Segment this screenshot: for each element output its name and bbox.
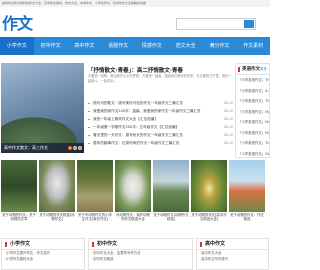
banner-pager: 1 2 3 [68, 146, 82, 150]
side-panel-english: 英语作文更多 「小学英语作文」The Summer 「小学英语作文」A Good… [235, 63, 270, 158]
section-list-item[interactable]: ·高中作文写作技巧 [197, 256, 268, 262]
gallery-image[interactable] [1, 160, 37, 212]
gallery-caption[interactable]: 写动物作文：保护动物的作文精选大全 [115, 213, 151, 222]
section-title[interactable]: 小学作文 [2, 239, 84, 250]
list-item-title[interactable]: ·我爱我的家作文200字：温馨、我爱我的家作文一年级作文三篇汇总 [92, 109, 201, 113]
gallery-caption[interactable]: 关于动物的作文[高中作文精选大全] [191, 213, 227, 222]
gallery-image[interactable] [115, 160, 151, 212]
list-item[interactable]: ·童年的趣事作文：记录时间的作文一年级作文三篇汇总 08-20 [88, 139, 233, 147]
list-item-date: 08-20 [223, 125, 233, 129]
gallery-caption[interactable]: 关于动物的作文：关于动物的文章 [1, 213, 37, 222]
gallery-card[interactable]: 写动物作文：保护动物的作文精选大全 [115, 160, 151, 230]
bottom-sections: 小学作文 ·小学作文提升作文，作文技巧 ·小学作文素材大全 初中作文 ·初中作文… [0, 236, 270, 270]
search-button[interactable] [244, 20, 254, 28]
side-list-item[interactable]: 「小学英语作文」My Be [236, 107, 269, 118]
nav-item-6[interactable]: 满分作文 [203, 37, 237, 55]
list-item[interactable]: ·描写月的散文：描写美好月色的作文一年级作文三篇汇总 08-20 [88, 99, 233, 107]
section-junior: 初中作文 ·初中作文大全，这里有写作方法 ·初中作文精选 [88, 238, 193, 270]
list-item-title[interactable]: ·描写月的散文：描写美好月色的作文一年级作文三篇汇总 [92, 101, 183, 105]
gallery-caption[interactable]: 关于写动物作文的小学生作文[家长作文] [77, 213, 113, 222]
gallery-card[interactable]: 关于动物的作文精选[动物作文] [39, 160, 75, 230]
gallery-image[interactable] [191, 160, 227, 212]
gallery-card[interactable]: 关于写动物作文的小学生作文[家长作文] [77, 160, 113, 230]
list-item-date: 08-20 [223, 109, 233, 113]
gallery-caption[interactable]: 关于动物的作文精选[动物作文] [39, 213, 75, 222]
banner-dot-3[interactable]: 3 [78, 146, 82, 150]
nav-item-1[interactable]: 初中作文 [34, 37, 68, 55]
gallery-card[interactable]: 关于动物作文[动物作文精选] [153, 160, 189, 230]
nav-item-3[interactable]: 话题作文 [101, 37, 135, 55]
list-item[interactable]: ·我的一年级上期末作文大全【汇总选编】 08-20 [88, 115, 233, 123]
section-title[interactable]: 高中作文 [197, 239, 268, 250]
search-input[interactable] [176, 18, 256, 30]
photo-gallery: 关于动物的作文：关于动物的文章 关于动物的作文精选[动物作文] 关于写动物作文的… [0, 160, 270, 230]
side-list-item[interactable]: 「小学英语作文」Mother [236, 117, 269, 128]
main-nav: 小学作文 初中作文 高中作文 话题作文 情感作文 范文大全 满分作文 作文素材 [0, 37, 270, 55]
gallery-card[interactable]: 关于动物的作文：作文精选 [229, 160, 265, 230]
gallery-caption[interactable]: 关于动物作文[动物作文精选] [153, 213, 189, 222]
side-list-item[interactable]: 「小学英语作文」The App [236, 138, 269, 149]
list-item-date: 08-20 [223, 133, 233, 137]
side-list-item[interactable]: 「小学英语作文」My Da [236, 128, 269, 139]
gallery-card[interactable]: 关于动物的作文[高中作文精选大全] [191, 160, 227, 230]
side-list-item[interactable]: 「小学英语作文」A Good [236, 86, 269, 97]
list-item-title[interactable]: ·春天里的一天作文：描写秋天的作文一年级作文三篇汇总 [92, 133, 183, 137]
gallery-caption[interactable]: 关于动物的作文：作文精选 [229, 213, 265, 222]
list-item-date: 08-20 [223, 141, 233, 145]
side-list-item[interactable]: 「小学英语作文」The Summer [236, 75, 269, 86]
nav-item-4[interactable]: 情感作文 [135, 37, 169, 55]
banner-slideshow[interactable]: 高中作文散文：高三作文 1 2 3 [1, 63, 84, 153]
side-panel-title: 英语作文 更多 [236, 64, 269, 75]
list-item-title[interactable]: ·一年级第一学期作文200字：五年级作文【汇总选编】 [92, 125, 179, 129]
nav-item-0[interactable]: 小学作文 [0, 37, 34, 55]
banner-dot-1[interactable]: 1 [68, 146, 72, 150]
list-item-date: 08-20 [223, 101, 233, 105]
top-info-strip: 提供中文作文题材的作文大全，高中作文素材，作文大全，中考作文，小学生作文，初中作… [0, 0, 270, 7]
headline-title[interactable]: 「抒情散文·青春」：高二抒情散文·青春 [88, 66, 233, 74]
list-item[interactable]: ·我爱我的家作文200字：温馨、我爱我的家作文一年级作文三篇汇总 08-20 [88, 107, 233, 115]
nav-item-2[interactable]: 高中作文 [68, 37, 102, 55]
section-primary: 小学作文 ·小学作文提升作文，作文技巧 ·小学作文素材大全 [1, 238, 85, 270]
banner-dot-2[interactable]: 2 [73, 146, 77, 150]
section-list-item[interactable]: ·小学作文素材大全 [2, 256, 84, 262]
section-list-item[interactable]: ·初中作文精选 [89, 256, 192, 262]
side-more-link[interactable]: 更多 [260, 64, 267, 75]
site-logo[interactable]: 作文 [2, 10, 33, 34]
gallery-image[interactable] [39, 160, 75, 212]
headline-description: 青春是一首歌，唱出我们心中的梦想；青春是一幅画，描绘我们美好的未来。在青春的日子… [88, 74, 232, 83]
side-list-item[interactable]: 「小学英语作文」The Fr [236, 96, 269, 107]
section-senior: 高中作文 ·高中作文大全 ·高中作文写作技巧 [196, 238, 269, 270]
nav-item-7[interactable]: 作文素材 [236, 37, 270, 55]
gallery-card[interactable]: 关于动物的作文：关于动物的文章 [1, 160, 37, 230]
list-item[interactable]: ·一年级第一学期作文200字：五年级作文【汇总选编】 08-20 [88, 123, 233, 131]
list-item-title[interactable]: ·我的一年级上期末作文大全【汇总选编】 [92, 117, 158, 121]
list-item-date: 08-20 [223, 117, 233, 121]
article-list: ·描写月的散文：描写美好月色的作文一年级作文三篇汇总 08-20 ·我爱我的家作文… [88, 99, 233, 147]
gallery-image[interactable] [229, 160, 265, 212]
banner-image [1, 113, 84, 143]
list-item[interactable]: ·春天里的一天作文：描写秋天的作文一年级作文三篇汇总 08-20 [88, 131, 233, 139]
gallery-image[interactable] [153, 160, 189, 212]
nav-item-5[interactable]: 范文大全 [169, 37, 203, 55]
side-list-item[interactable]: 「小学英语作文」Days L [236, 149, 269, 158]
gallery-image[interactable] [77, 160, 113, 212]
section-title[interactable]: 初中作文 [89, 239, 192, 250]
list-item-title[interactable]: ·童年的趣事作文：记录时间的作文一年级作文三篇汇总 [92, 141, 179, 145]
site-header: 作文 [0, 7, 270, 35]
